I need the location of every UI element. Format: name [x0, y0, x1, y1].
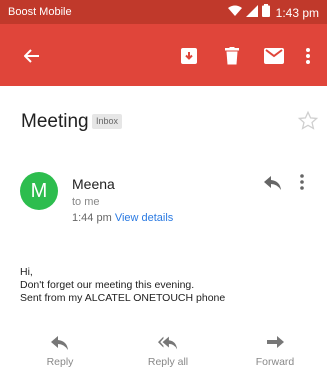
reply-button[interactable]: Reply — [20, 336, 100, 368]
more-options-button[interactable] — [296, 44, 320, 68]
star-icon — [297, 110, 319, 130]
more-vert-icon — [300, 174, 304, 190]
mark-unread-button[interactable] — [262, 44, 286, 68]
app-bar — [0, 24, 327, 86]
reply-all-icon — [158, 336, 178, 350]
reply-all-button[interactable]: Reply all — [128, 336, 208, 368]
body-line: Don't forget our meeting this evening. — [20, 279, 195, 291]
status-bar: Boost Mobile 1:43 pm — [0, 0, 327, 24]
battery-icon — [261, 4, 270, 22]
reply-all-label: Reply all — [147, 356, 189, 368]
back-button[interactable] — [20, 44, 44, 68]
mail-icon — [264, 48, 284, 64]
reply-icon — [51, 336, 68, 350]
forward-icon — [267, 336, 284, 348]
forward-label: Forward — [255, 356, 295, 368]
reply-icon — [264, 176, 281, 190]
subject-row: Meeting Inbox — [0, 108, 327, 138]
forward-button[interactable]: Forward — [235, 336, 315, 368]
action-bar: Reply Reply all Forward — [0, 336, 327, 373]
email-time: 1:44 pm — [72, 212, 112, 224]
email-subject: Meeting — [21, 111, 89, 132]
recipient-text: to me — [72, 196, 100, 208]
back-arrow-icon — [24, 49, 39, 63]
reply-button-header[interactable] — [264, 176, 288, 196]
status-icons: 1:43 pm — [224, 4, 319, 22]
body-line: Sent from my ALCATEL ONETOUCH phone — [20, 292, 226, 304]
more-vert-icon — [306, 48, 310, 64]
signal-icon — [245, 4, 258, 22]
archive-icon — [181, 48, 197, 64]
status-time: 1:43 pm — [275, 6, 319, 20]
archive-button[interactable] — [177, 44, 201, 68]
email-meta: 1:44 pm View details — [72, 212, 173, 224]
delete-button[interactable] — [220, 44, 244, 68]
view-details-link[interactable]: View details — [115, 212, 174, 224]
message-more-button[interactable] — [300, 174, 312, 194]
email-body: Hi, Don't forget our meeting this evenin… — [20, 266, 225, 305]
wifi-icon — [227, 4, 242, 22]
star-button[interactable] — [297, 110, 319, 132]
sender-name: Meena — [72, 176, 115, 192]
body-line: Hi, — [20, 266, 33, 278]
inbox-label[interactable]: Inbox — [92, 114, 123, 129]
carrier-name: Boost Mobile — [8, 6, 72, 18]
trash-icon — [225, 47, 239, 65]
avatar[interactable]: M — [20, 172, 58, 210]
reply-label: Reply — [46, 356, 74, 368]
